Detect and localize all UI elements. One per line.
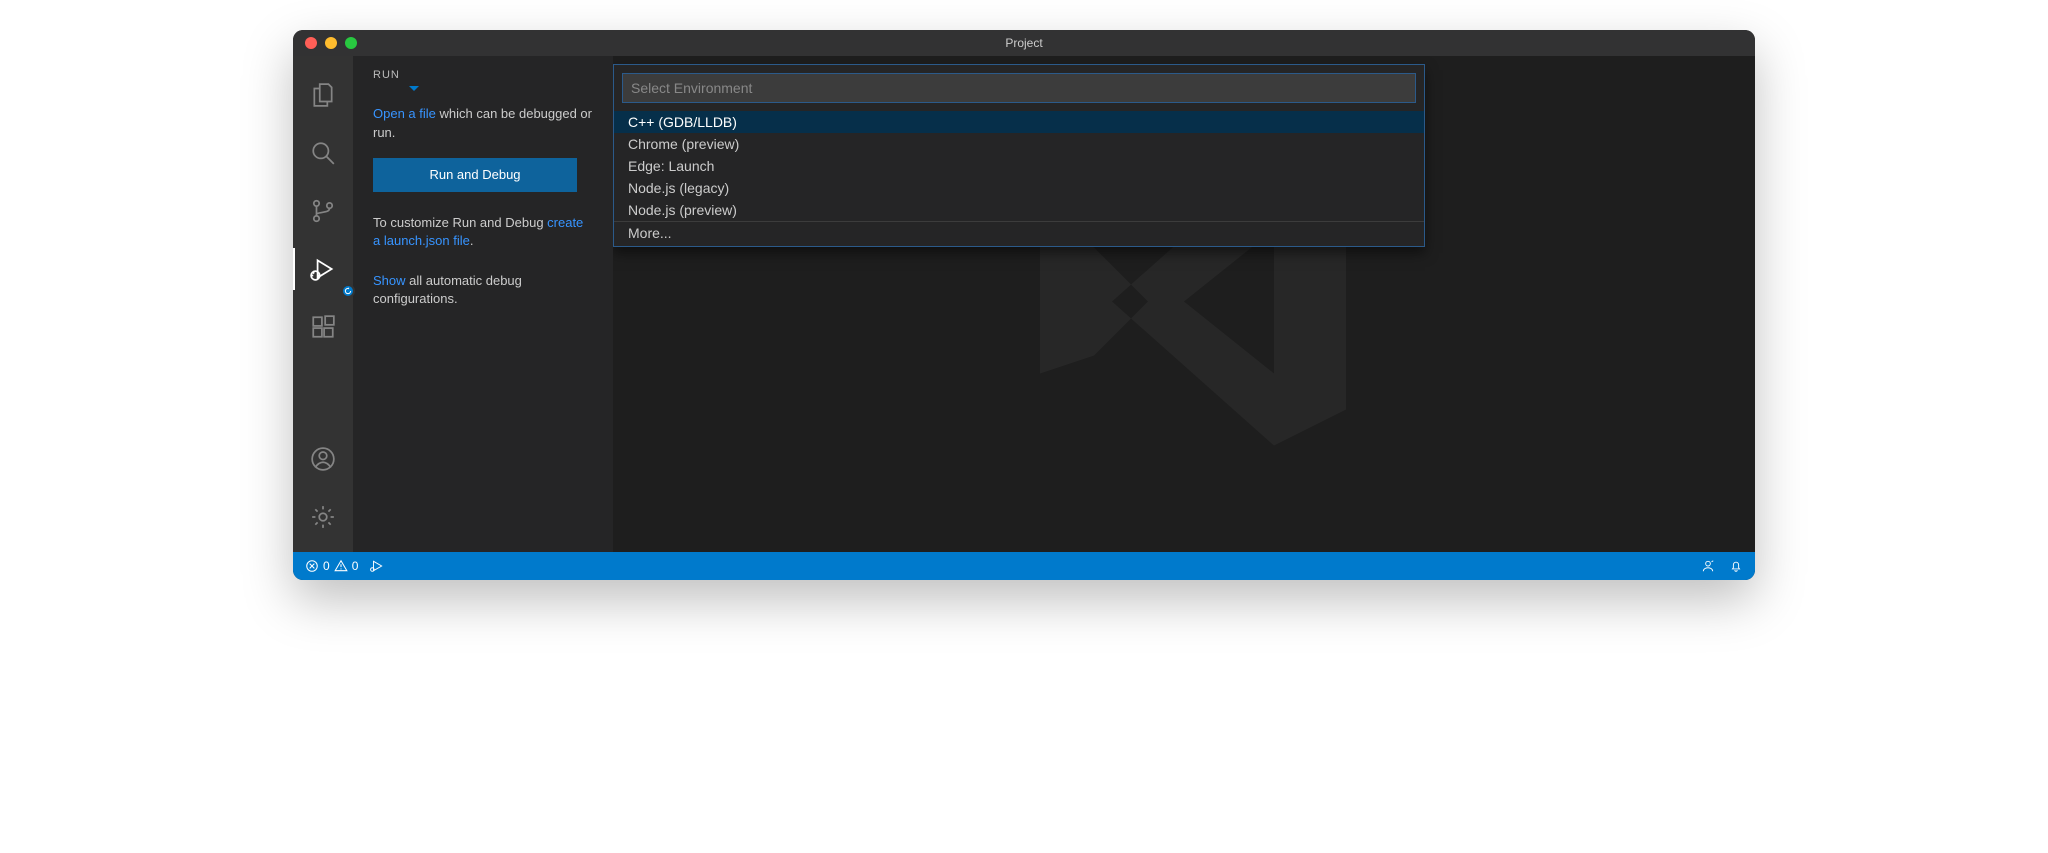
activity-explorer[interactable] — [293, 68, 353, 122]
open-file-link[interactable]: Open a file — [373, 106, 436, 121]
activity-extensions[interactable] — [293, 300, 353, 354]
minimize-window-button[interactable] — [325, 37, 337, 49]
environment-option-cpp[interactable]: C++ (GDB/LLDB) — [614, 111, 1424, 133]
environment-option-node-legacy[interactable]: Node.js (legacy) — [614, 177, 1424, 199]
status-bar: 0 0 — [293, 552, 1755, 580]
search-icon — [310, 140, 336, 166]
workbench-body: RUN Open a file which can be debugged or… — [293, 56, 1755, 552]
feedback-icon — [1701, 559, 1715, 573]
titlebar: Project — [293, 30, 1755, 56]
show-paragraph: Show all automatic debug configurations. — [373, 272, 593, 308]
open-file-paragraph: Open a file which can be debugged or run… — [373, 105, 593, 141]
select-environment-picker: Select Environment C++ (GDB/LLDB) Chrome… — [613, 64, 1425, 247]
environment-list: C++ (GDB/LLDB) Chrome (preview) Edge: La… — [614, 111, 1424, 246]
activity-source-control[interactable] — [293, 184, 353, 238]
environment-option-chrome[interactable]: Chrome (preview) — [614, 133, 1424, 155]
error-count: 0 — [323, 559, 330, 573]
window-controls — [305, 37, 357, 49]
customize-paragraph: To customize Run and Debug create a laun… — [373, 214, 593, 250]
warning-count: 0 — [352, 559, 359, 573]
git-branch-icon — [310, 198, 336, 224]
activity-settings[interactable] — [293, 490, 353, 544]
status-notifications[interactable] — [1729, 559, 1743, 573]
activity-run-debug[interactable] — [293, 242, 353, 296]
files-icon — [310, 82, 336, 108]
environment-option-edge[interactable]: Edge: Launch — [614, 155, 1424, 177]
run-sidebar: RUN Open a file which can be debugged or… — [353, 56, 613, 552]
debug-start-icon — [370, 559, 384, 573]
customize-post: . — [470, 233, 474, 248]
sidebar-title: RUN — [373, 68, 593, 83]
run-and-debug-button[interactable]: Run and Debug — [373, 158, 577, 192]
editor-area: Select Environment C++ (GDB/LLDB) Chrome… — [613, 56, 1755, 552]
activity-bar — [293, 56, 353, 552]
environment-placeholder: Select Environment — [631, 80, 752, 96]
close-window-button[interactable] — [305, 37, 317, 49]
environment-input[interactable]: Select Environment — [622, 73, 1416, 103]
reload-badge-icon — [341, 284, 355, 298]
environment-option-more[interactable]: More... — [614, 222, 1424, 244]
maximize-window-button[interactable] — [345, 37, 357, 49]
environment-option-node-preview[interactable]: Node.js (preview) — [614, 199, 1424, 221]
window-title: Project — [1005, 36, 1042, 50]
extensions-icon — [310, 314, 336, 340]
status-problems[interactable]: 0 0 — [305, 559, 358, 573]
run-and-debug-label: Run and Debug — [429, 166, 520, 184]
status-debug-start[interactable] — [370, 559, 384, 573]
vscode-window: Project — [293, 30, 1755, 580]
activity-accounts[interactable] — [293, 432, 353, 486]
gear-icon — [310, 504, 336, 530]
customize-pre: To customize Run and Debug — [373, 215, 547, 230]
account-icon — [310, 446, 336, 472]
status-feedback[interactable] — [1701, 559, 1715, 573]
show-link[interactable]: Show — [373, 273, 406, 288]
debug-icon — [310, 256, 336, 282]
warning-icon — [334, 559, 348, 573]
activity-search[interactable] — [293, 126, 353, 180]
error-icon — [305, 559, 319, 573]
bell-icon — [1729, 559, 1743, 573]
